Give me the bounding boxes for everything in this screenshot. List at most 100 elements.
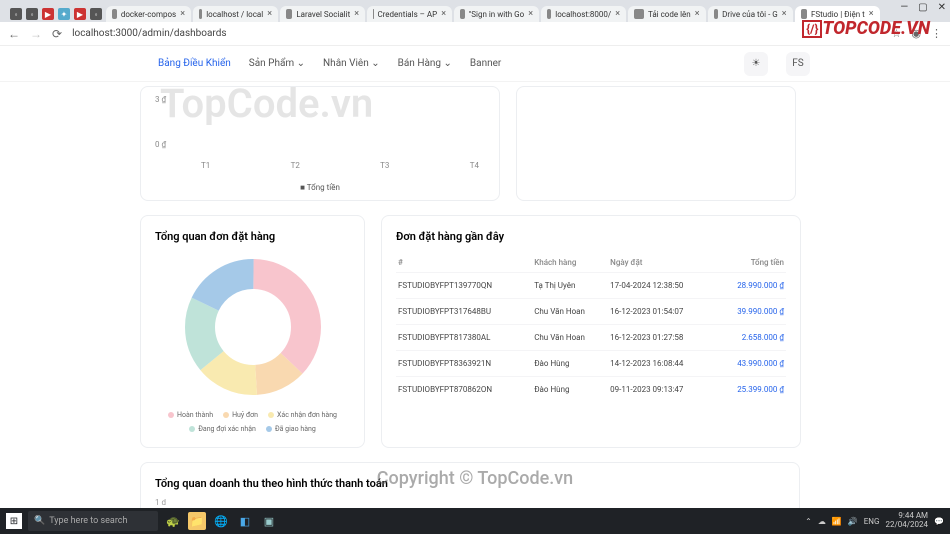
taskbar-explorer[interactable]: 📁 (188, 512, 206, 530)
copyright-overlay: Copyright © TopCode.vn (0, 468, 950, 489)
cell-id: FSTUDIOBYFPT870862ON (396, 377, 532, 403)
pinned-tab[interactable]: ◦ (10, 8, 22, 20)
tray-wifi-icon[interactable]: 📶 (832, 517, 842, 526)
taskbar-clock[interactable]: 9:44 AM 22/04/2024 (885, 512, 928, 530)
browser-tab[interactable]: docker-compos× (106, 6, 191, 22)
watermark-logo: {/}TOPCODE.VN (802, 18, 930, 39)
browser-tab[interactable]: Credentials – AP× (367, 6, 452, 22)
pinned-tab[interactable]: ▶ (42, 8, 54, 20)
x-tick: T2 (291, 161, 300, 170)
nav-staff[interactable]: Nhân Viên ⌄ (323, 58, 380, 69)
card-title: Đơn đặt hàng gần đây (396, 230, 786, 243)
user-avatar[interactable]: FS (786, 52, 810, 76)
sun-icon: ☀ (752, 58, 761, 69)
browser-tab[interactable]: Laravel Socialit× (280, 6, 365, 22)
col-customer: Khách hàng (532, 253, 608, 273)
card-title: Tổng quan đơn đặt hàng (155, 230, 350, 243)
cell-customer: Chu Văn Hoan (532, 299, 608, 325)
nav-banner[interactable]: Banner (470, 58, 501, 69)
cell-date: 16-12-2023 01:54:07 (608, 299, 715, 325)
donut-legend: Hoàn thành Huỷ đơn Xác nhận đơn hàng Đan… (155, 411, 350, 433)
browser-tab[interactable]: "Sign in with Go× (454, 6, 539, 22)
tray-lang-icon[interactable]: ENG (864, 517, 880, 526)
back-button[interactable]: ← (8, 27, 20, 41)
recent-orders-card: Đơn đặt hàng gần đây # Khách hàng Ngày đ… (381, 215, 801, 448)
nav-dashboard[interactable]: Bảng Điều Khiển (158, 58, 231, 69)
cell-total[interactable]: 2.658.000 ₫ (715, 325, 786, 351)
watermark-bg-text: TopCode.vn (160, 80, 373, 127)
cell-customer: Đào Hùng (532, 377, 608, 403)
cell-customer: Đào Hùng (532, 351, 608, 377)
tray-cloud-icon[interactable]: ☁ (818, 517, 826, 526)
chart-legend: Tổng tiền (141, 183, 499, 192)
cell-total[interactable]: 39.990.000 ₫ (715, 299, 786, 325)
col-date: Ngày đặt (608, 253, 715, 273)
x-tick: T4 (470, 161, 479, 170)
cell-customer: Chu Văn Hoan (532, 325, 608, 351)
pinned-tab[interactable]: ◦ (90, 8, 102, 20)
browser-tab[interactable]: localhost / local× (193, 6, 278, 22)
cell-date: 14-12-2023 16:08:44 (608, 351, 715, 377)
close-button[interactable]: ✕ (938, 2, 946, 13)
taskbar-vscode[interactable]: ◧ (236, 512, 254, 530)
reload-button[interactable]: ⟳ (52, 27, 62, 41)
taskbar-chrome[interactable]: 🌐 (212, 512, 230, 530)
maximize-button[interactable]: ▢ (918, 2, 927, 13)
system-tray[interactable]: ⌃ ☁ 📶 🔊 ENG 9:44 AM 22/04/2024 💬 (805, 512, 944, 530)
browser-tab[interactable]: Tải code lên× (628, 6, 706, 22)
cell-id: FSTUDIOBYFPT817380AL (396, 325, 532, 351)
cell-id: FSTUDIOBYFPT139770QN (396, 273, 532, 299)
nav-products[interactable]: Sản Phẩm ⌄ (249, 58, 305, 69)
window-controls: — ▢ ✕ (900, 2, 946, 13)
table-row[interactable]: FSTUDIOBYFPT870862ONĐào Hùng09-11-2023 0… (396, 377, 786, 403)
taskbar-terminal[interactable]: ▣ (260, 512, 278, 530)
y-tick: 1 d (155, 498, 785, 507)
table-row[interactable]: FSTUDIOBYFPT139770QNTạ Thị Uyên17-04-202… (396, 273, 786, 299)
browser-tab[interactable]: Drive của tôi - G× (708, 6, 793, 22)
cell-id: FSTUDIOBYFPT8363921N (396, 351, 532, 377)
theme-toggle-button[interactable]: ☀ (744, 52, 768, 76)
forward-button[interactable]: → (30, 27, 42, 41)
start-button[interactable]: ⊞ (6, 513, 22, 529)
cell-total[interactable]: 43.990.000 ₫ (715, 351, 786, 377)
cell-total[interactable]: 28.990.000 ₫ (715, 273, 786, 299)
cell-date: 16-12-2023 01:27:58 (608, 325, 715, 351)
pinned-tab[interactable]: ✦ (58, 8, 70, 20)
cell-id: FSTUDIOBYFPT317648BU (396, 299, 532, 325)
taskbar-app[interactable]: 🐢 (164, 512, 182, 530)
table-row[interactable]: FSTUDIOBYFPT8363921NĐào Hùng14-12-2023 1… (396, 351, 786, 377)
browser-tab[interactable]: localhost:8000/× (541, 6, 626, 22)
pinned-tab[interactable]: ◦ (26, 8, 38, 20)
page-content: 3 ₫ 0 ₫ T1 T2 T3 T4 Tổng tiền Tổng quan … (0, 82, 950, 531)
cell-customer: Tạ Thị Uyên (532, 273, 608, 299)
taskbar-search[interactable]: 🔍 Type here to search (28, 511, 158, 531)
chevron-down-icon: ⌄ (444, 58, 452, 69)
orders-table: # Khách hàng Ngày đặt Tổng tiền FSTUDIOB… (396, 253, 786, 402)
windows-taskbar: ⊞ 🔍 Type here to search 🐢 📁 🌐 ◧ ▣ ⌃ ☁ 📶 … (0, 508, 950, 534)
pinned-tab[interactable]: ▶ (74, 8, 86, 20)
url-field[interactable]: localhost:3000/admin/dashboards (72, 28, 881, 39)
app-navbar: Bảng Điều Khiển Sản Phẩm ⌄ Nhân Viên ⌄ B… (0, 46, 950, 82)
tray-notification-icon[interactable]: 💬 (934, 517, 944, 526)
x-tick: T1 (201, 161, 210, 170)
chevron-down-icon: ⌄ (371, 58, 379, 69)
table-row[interactable]: FSTUDIOBYFPT317648BUChu Văn Hoan16-12-20… (396, 299, 786, 325)
x-tick: T3 (380, 161, 389, 170)
col-id: # (396, 253, 532, 273)
cell-date: 17-04-2024 12:38:50 (608, 273, 715, 299)
search-icon: 🔍 (34, 516, 45, 526)
cell-total[interactable]: 25.399.000 ₫ (715, 377, 786, 403)
tray-chevron-icon[interactable]: ⌃ (805, 517, 812, 526)
menu-icon[interactable]: ⋮ (931, 27, 942, 40)
chevron-down-icon: ⌄ (297, 58, 305, 69)
empty-card (516, 86, 796, 201)
y-tick: 0 ₫ (155, 140, 166, 149)
minimize-button[interactable]: — (900, 2, 908, 13)
donut-chart (183, 257, 323, 397)
tray-volume-icon[interactable]: 🔊 (848, 517, 858, 526)
cell-date: 09-11-2023 09:13:47 (608, 377, 715, 403)
col-total: Tổng tiền (715, 253, 786, 273)
nav-sales[interactable]: Bán Hàng ⌄ (398, 58, 452, 69)
order-overview-card: Tổng quan đơn đặt hàng Hoàn thành Huỷ đơ… (140, 215, 365, 448)
table-row[interactable]: FSTUDIOBYFPT817380ALChu Văn Hoan16-12-20… (396, 325, 786, 351)
